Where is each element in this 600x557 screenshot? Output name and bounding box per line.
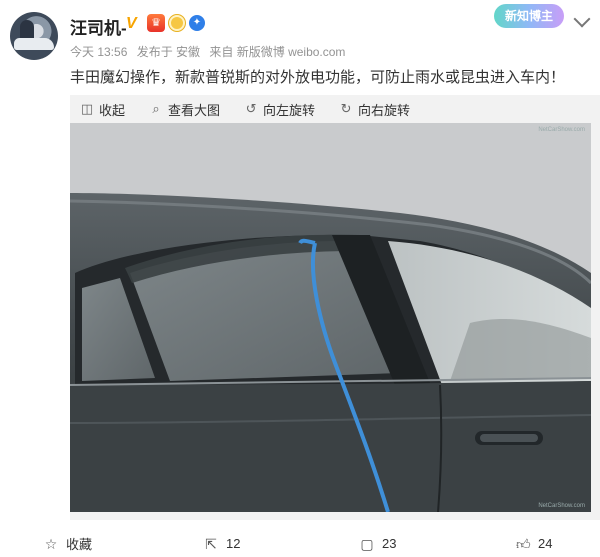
post-location: 发布于 安徽 [136,45,201,59]
post-meta: 今天 13:56 发布于 安徽 来自 新版微博 weibo.com [70,43,351,60]
weibo-post-card: 汪司机- V ♛ ✦ 今天 13:56 发布于 安徽 来自 新版微博 weibo… [0,0,600,557]
favorite-button[interactable]: ☆ 收藏 [44,534,92,553]
repost-count: 12 [226,536,241,551]
post-text: 丰田魔幻操作，新款普锐斯的对外放电功能，可防止雨水或昆虫进入车内！ [70,69,566,86]
member-crown-icon[interactable]: ♛ [147,14,165,32]
magnifier-icon: ⌕ [152,101,160,116]
favorite-label: 收藏 [66,537,93,552]
user-avatar[interactable] [10,12,58,60]
repost-icon: ⇱ [205,535,217,552]
chevron-down-icon[interactable] [572,10,592,24]
collapse-button[interactable]: ◫ 收起 [80,100,125,119]
post-photo[interactable]: NetCarShow.com NetCarShow.com [70,123,591,512]
collapse-icon: ◫ [80,101,94,116]
newbie-blogger-badge[interactable]: 新知博主 [494,4,564,28]
username[interactable]: 汪司机- [70,14,127,39]
view-large-button[interactable]: ⌕ 查看大图 [149,100,220,119]
rotate-left-icon: ↺ [245,101,257,116]
post-action-bar: ☆ 收藏 ⇱ 12 ▢ 23 👍︎ 24 [0,530,600,557]
comment-button[interactable]: ▢ 23 [360,536,396,551]
like-count: 24 [538,536,553,551]
comment-count: 23 [382,536,397,551]
verified-v-icon[interactable]: V [126,15,143,32]
user-badges: V ♛ ✦ [126,14,205,32]
comment-icon: ▢ [360,535,374,552]
star-icon: ☆ [44,535,58,552]
rotate-left-label: 向左旋转 [263,102,316,118]
rotate-right-label: 向右旋转 [358,102,411,118]
post-source: 来自 新版微博 weibo.com [209,45,346,59]
blue-level-icon[interactable]: ✦ [189,15,205,31]
image-toolbar: ◫ 收起 ⌕ 查看大图 ↺ 向左旋转 ↻ 向右旋转 [70,95,424,123]
photo-watermark-bottom: NetCarShow.com [538,503,585,509]
like-button[interactable]: 👍︎ 24 [516,536,552,551]
image-viewer-panel: ◫ 收起 ⌕ 查看大图 ↺ 向左旋转 ↻ 向右旋转 NetCarShow.com… [70,95,600,520]
car-photo-illustration [70,123,591,512]
gold-medal-icon[interactable] [169,15,185,31]
rotate-left-button[interactable]: ↺ 向左旋转 [244,100,315,119]
rotate-right-icon: ↻ [340,101,352,116]
view-large-label: 查看大图 [168,102,221,118]
thumbs-up-icon: 👍︎ [516,535,531,552]
rotate-right-button[interactable]: ↻ 向右旋转 [339,100,410,119]
repost-button[interactable]: ⇱ 12 [204,536,240,551]
photo-watermark-top: NetCarShow.com [538,127,585,133]
post-time[interactable]: 今天 13:56 [70,45,127,59]
collapse-label: 收起 [99,102,126,118]
